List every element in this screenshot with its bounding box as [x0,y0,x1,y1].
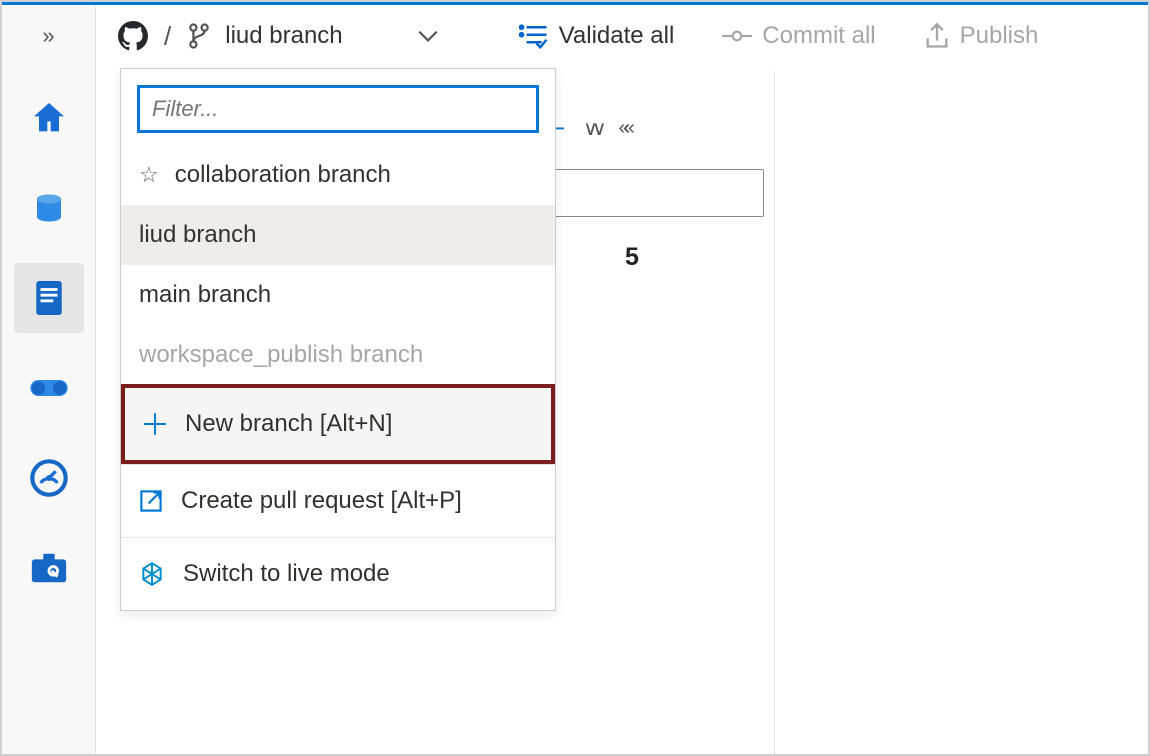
nav-develop[interactable] [14,263,84,333]
synapse-icon [139,561,165,587]
search-input-box[interactable] [550,169,764,217]
branch-dropdown: ☆ collaboration branch liud branch main … [120,68,556,611]
create-pr-action[interactable]: Create pull request [Alt+P] [121,464,555,537]
open-external-icon [139,489,163,513]
panel-mini-toolbar: − ∨∨ «« [550,113,629,144]
publish-button[interactable]: Publish [924,22,1039,50]
branch-label: main branch [139,281,271,309]
collab-branch-label: collaboration branch [175,161,391,189]
new-branch-action[interactable]: New branch [Alt+N] [121,384,555,464]
integrate-icon [27,372,71,404]
branch-label: workspace_publish branch [139,341,423,369]
branch-label: liud branch [139,221,256,249]
validate-icon [519,23,549,49]
branch-item-liud[interactable]: liud branch [121,205,555,265]
top-toolbar: / liud branch Validate all Commit all Pu… [96,5,1148,67]
nav-data[interactable] [14,173,84,243]
validate-label: Validate all [559,22,675,50]
current-branch-label: liud branch [225,22,342,50]
branch-item-main[interactable]: main branch [121,265,555,325]
create-pr-label: Create pull request [Alt+P] [181,487,462,515]
collaboration-branch-item[interactable]: ☆ collaboration branch [121,145,555,205]
home-icon [29,98,69,138]
collapse-left-icon[interactable]: «« [618,117,628,140]
validate-all-button[interactable]: Validate all [519,22,675,50]
vertical-divider [774,71,775,754]
github-icon[interactable] [118,21,148,51]
data-icon [31,190,67,226]
branch-selector[interactable]: liud branch [187,22,438,50]
star-icon: ☆ [139,162,159,188]
item-count: 5 [625,243,639,272]
breadcrumb-separator: / [164,21,171,52]
collapse-rail-button[interactable]: » [42,23,54,49]
nav-manage[interactable] [14,533,84,603]
monitor-icon [29,458,69,498]
manage-icon [29,550,69,586]
switch-live-label: Switch to live mode [183,560,390,588]
publish-label: Publish [960,22,1039,50]
nav-monitor[interactable] [14,443,84,513]
left-navigation-rail: » [2,5,96,754]
branch-icon [187,22,211,50]
new-branch-label: New branch [Alt+N] [185,410,392,438]
commit-all-button[interactable]: Commit all [722,22,875,50]
switch-live-action[interactable]: Switch to live mode [121,537,555,610]
publish-icon [924,22,950,50]
nav-home[interactable] [14,83,84,153]
commit-icon [722,27,752,45]
branch-item-workspace-publish[interactable]: workspace_publish branch [121,325,555,385]
commit-label: Commit all [762,22,875,50]
plus-icon [143,412,167,436]
branch-filter-input[interactable] [137,85,539,133]
chevron-down-icon [417,29,439,43]
expand-down-icon[interactable]: ∨∨ [583,116,600,141]
develop-icon [32,278,66,318]
nav-integrate[interactable] [14,353,84,423]
